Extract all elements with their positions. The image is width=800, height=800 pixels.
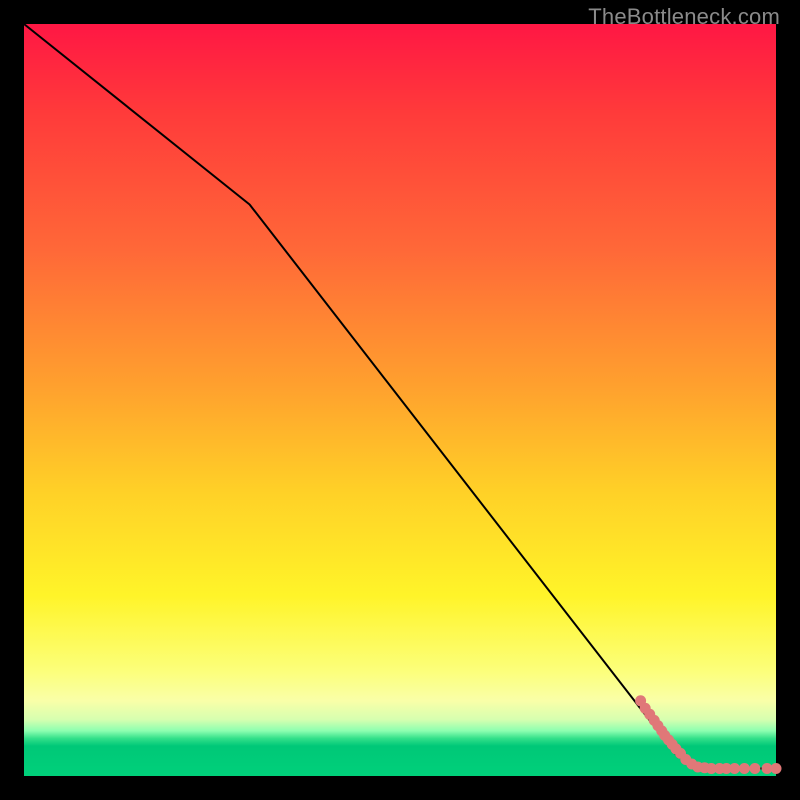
plot-overlay — [24, 24, 776, 776]
chart-frame: TheBottleneck.com — [0, 0, 800, 800]
data-marker — [739, 763, 750, 774]
bottleneck-curve — [24, 24, 776, 769]
data-markers — [635, 695, 781, 774]
data-marker — [729, 763, 740, 774]
data-marker — [749, 763, 760, 774]
data-marker — [771, 763, 782, 774]
